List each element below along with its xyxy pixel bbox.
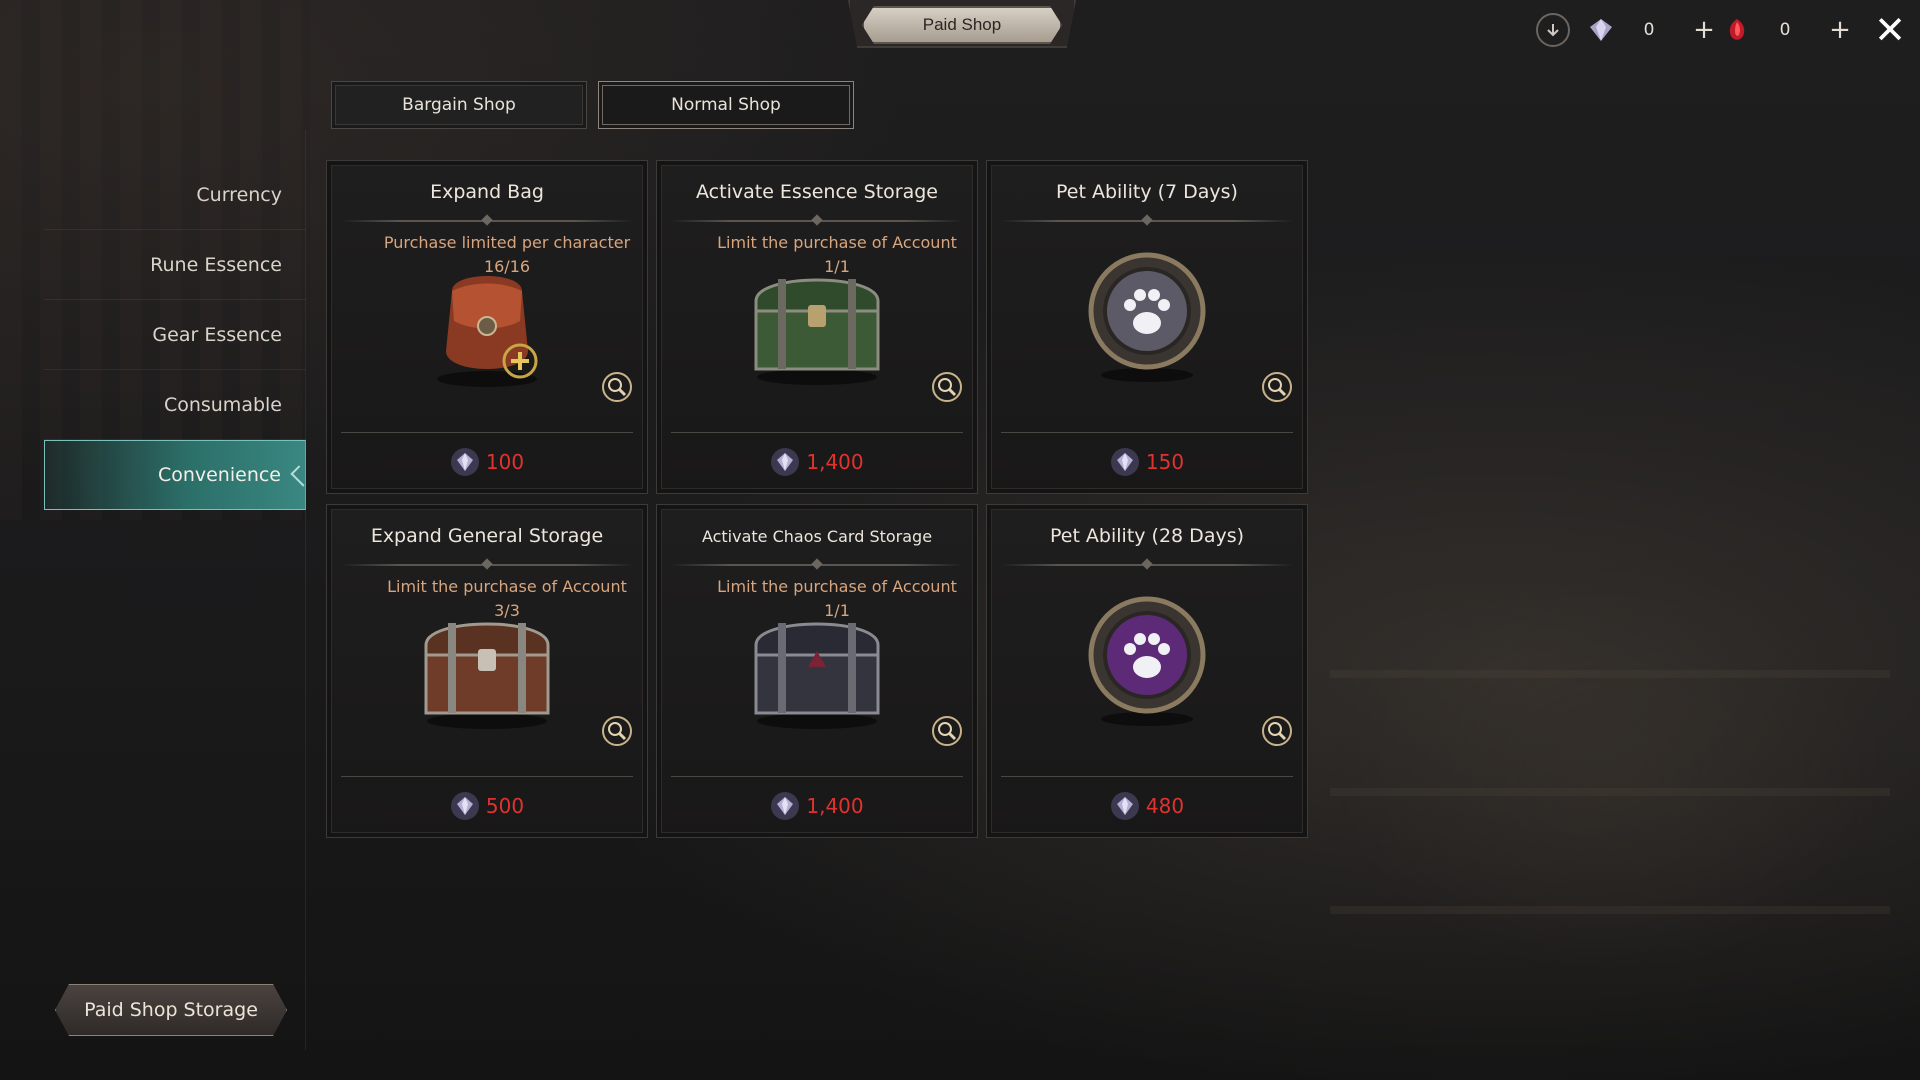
product-name: Activate Chaos Card Storage	[701, 527, 933, 546]
price: 500	[327, 789, 647, 823]
price-value: 100	[485, 450, 525, 474]
category-sidebar: Currency Rune Essence Gear Essence Consu…	[44, 160, 306, 510]
paid-shop-storage-button[interactable]: Paid Shop Storage	[55, 984, 287, 1036]
sidebar-item-label: Convenience	[157, 464, 281, 486]
diamond-gem-icon	[771, 448, 800, 476]
sidebar-item-currency[interactable]: Currency	[44, 160, 306, 230]
price: 150	[987, 445, 1307, 479]
product-name: Expand General Storage	[370, 525, 604, 547]
green-chest-icon	[754, 278, 880, 385]
sidebar-divider	[305, 130, 306, 1050]
product-name: Activate Essence Storage	[696, 181, 938, 203]
price: 1,400	[657, 445, 977, 479]
add-red-gem-button[interactable]: +	[1820, 15, 1860, 45]
title-ornament	[341, 564, 633, 566]
title-plate: Paid Shop	[862, 6, 1062, 44]
page-title: Paid Shop	[922, 15, 1002, 34]
price-divider	[341, 432, 633, 433]
product-card-pet-ability-28d[interactable]: Pet Ability (28 Days) 480	[986, 504, 1308, 838]
price: 100	[327, 445, 647, 479]
red-gem-icon	[1724, 17, 1750, 43]
add-diamond-button[interactable]: +	[1684, 15, 1724, 45]
product-card-expand-bag[interactable]: Expand Bag Purchase limited per characte…	[326, 160, 648, 494]
sidebar-item-consumable[interactable]: Consumable	[44, 370, 306, 440]
sidebar-item-label: Currency	[196, 183, 282, 206]
close-icon[interactable]: ✕	[1860, 8, 1920, 52]
diamond-gem-icon	[1588, 17, 1614, 43]
product-name: Expand Bag	[430, 181, 544, 203]
diamond-gem-icon	[450, 792, 479, 820]
title-ornament	[1001, 220, 1293, 222]
sidebar-item-label: Rune Essence	[150, 253, 282, 276]
title-ornament	[671, 220, 963, 222]
product-card-essence-storage[interactable]: Activate Essence Storage Limit the purch…	[656, 160, 978, 494]
magnify-icon[interactable]	[931, 715, 963, 747]
product-card-pet-ability-7d[interactable]: Pet Ability (7 Days) 150	[986, 160, 1308, 494]
title-ornament	[1001, 564, 1293, 566]
price-divider	[671, 776, 963, 777]
product-card-general-storage[interactable]: Expand General Storage Limit the purchas…	[326, 504, 648, 838]
dark-chest-icon	[754, 622, 880, 729]
price-divider	[1001, 432, 1293, 433]
diamond-gem-icon	[1110, 448, 1139, 476]
price-divider	[671, 432, 963, 433]
magnify-icon[interactable]	[601, 715, 633, 747]
tab-normal-shop[interactable]: Normal Shop	[598, 81, 854, 129]
paw-medallion-purple-icon	[1088, 596, 1206, 726]
currency-bar: 0 + 0 + ✕	[1536, 8, 1920, 52]
price: 1,400	[657, 789, 977, 823]
title-ornament	[671, 564, 963, 566]
product-card-chaos-card-storage[interactable]: Activate Chaos Card Storage Limit the pu…	[656, 504, 978, 838]
price-divider	[341, 776, 633, 777]
tab-bargain-shop-label: Bargain Shop	[402, 95, 516, 115]
sidebar-item-label: Gear Essence	[152, 323, 282, 346]
magnify-icon[interactable]	[1261, 371, 1293, 403]
price-value: 1,400	[806, 450, 864, 474]
magnify-icon[interactable]	[1261, 715, 1293, 747]
paw-medallion-icon	[1088, 252, 1206, 382]
price-value: 480	[1145, 794, 1185, 818]
brown-chest-icon	[424, 622, 550, 729]
download-icon[interactable]	[1536, 13, 1570, 47]
price-divider	[1001, 776, 1293, 777]
price-value: 150	[1145, 450, 1185, 474]
magnify-icon[interactable]	[931, 371, 963, 403]
bag-icon	[437, 276, 538, 387]
diamond-gem-icon	[771, 792, 800, 820]
diamond-gem-icon	[1110, 792, 1139, 820]
price-value: 500	[485, 794, 525, 818]
storage-button-label: Paid Shop Storage	[84, 999, 258, 1021]
price: 480	[987, 789, 1307, 823]
sidebar-item-convenience[interactable]: Convenience	[44, 440, 306, 510]
sidebar-item-rune-essence[interactable]: Rune Essence	[44, 230, 306, 300]
title-ornament	[341, 220, 633, 222]
tab-bargain-shop[interactable]: Bargain Shop	[331, 81, 587, 129]
price-value: 1,400	[806, 794, 864, 818]
sidebar-item-gear-essence[interactable]: Gear Essence	[44, 300, 306, 370]
product-name: Pet Ability (28 Days)	[1049, 525, 1245, 547]
product-grid: Expand Bag Purchase limited per characte…	[326, 160, 1308, 838]
diamond-gem-icon	[450, 448, 479, 476]
red-gem-balance: 0	[1779, 20, 1791, 40]
magnify-icon[interactable]	[601, 371, 633, 403]
sidebar-item-label: Consumable	[163, 393, 282, 416]
tab-normal-shop-label: Normal Shop	[671, 95, 781, 115]
background-shelf-decor	[1330, 560, 1890, 980]
diamond-balance: 0	[1643, 20, 1655, 40]
product-name: Pet Ability (7 Days)	[1056, 181, 1238, 203]
